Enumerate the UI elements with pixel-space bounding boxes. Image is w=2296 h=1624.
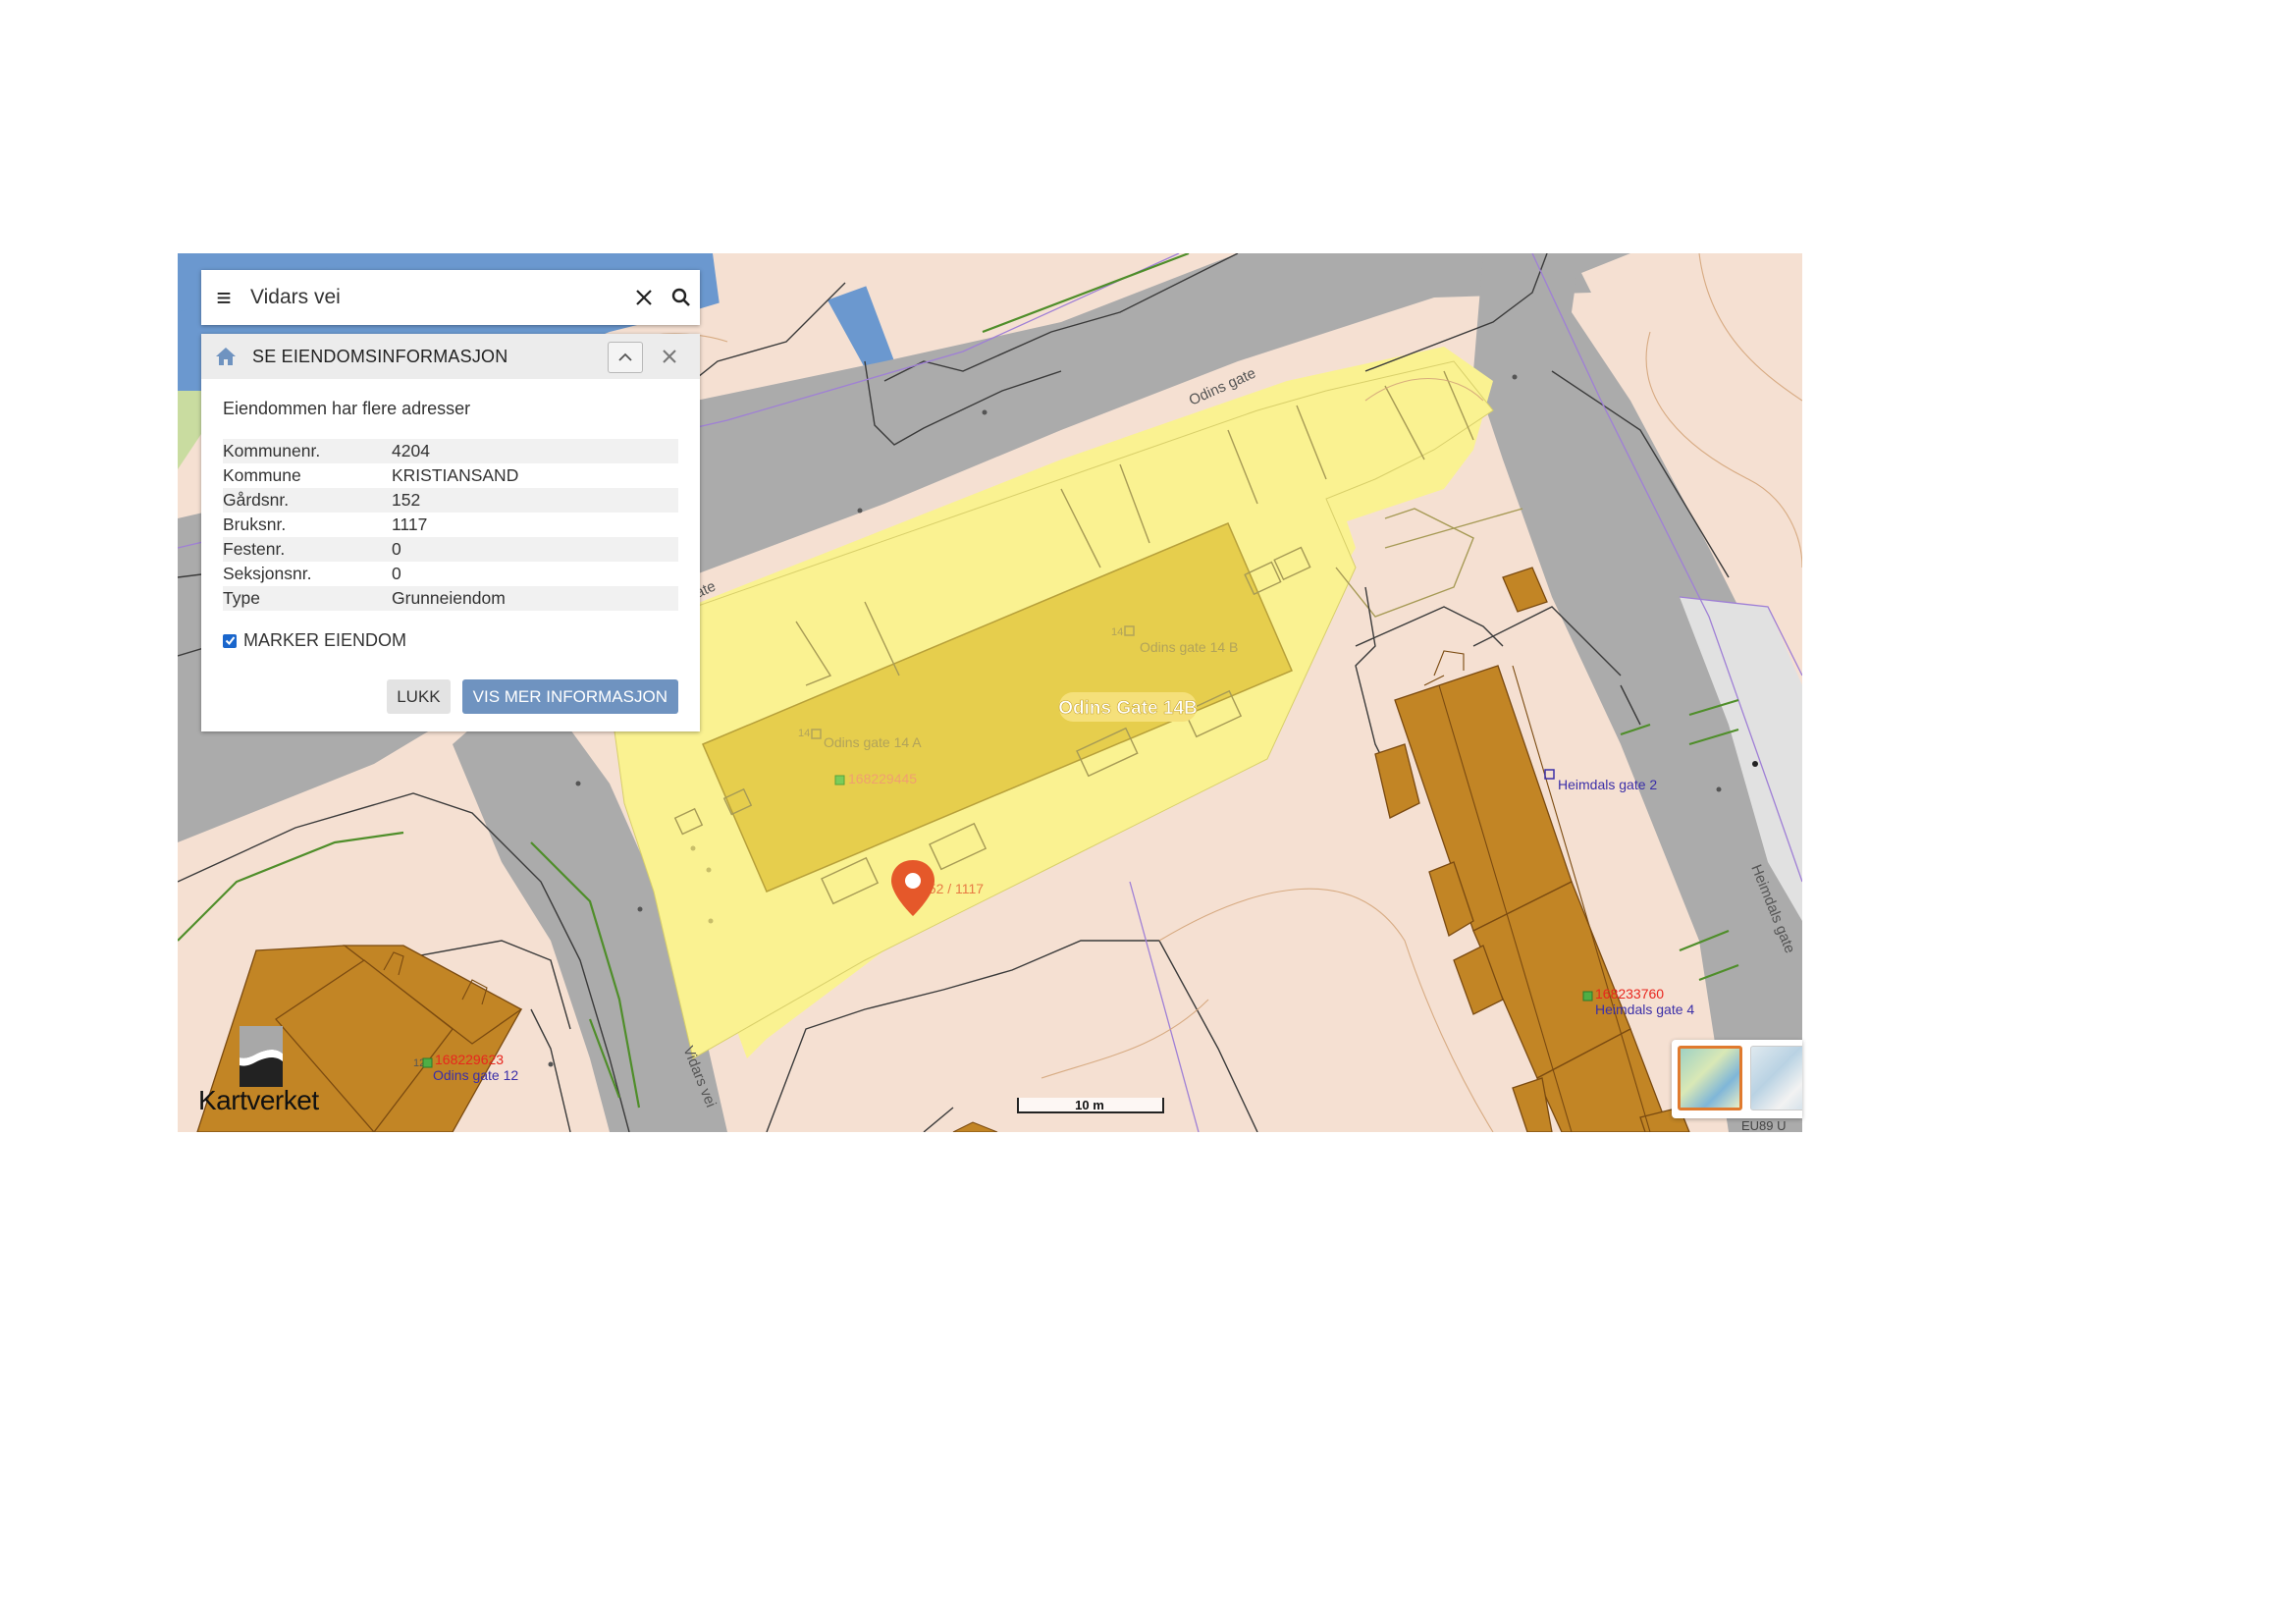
info-row: Type Grunneiendom: [223, 586, 678, 611]
building-id-label: 168233760: [1595, 986, 1664, 1001]
info-value: 4204: [392, 439, 678, 463]
property-info-table: Kommunenr. 4204 Kommune KRISTIANSAND Gårdsnr…: [223, 439, 678, 611]
kartverket-logo: Kartverket: [198, 1026, 336, 1124]
property-info-panel: SE EIENDOMSINFORMASJON Eiendommen har fl…: [201, 334, 700, 731]
address-label-heimdals-2: Heimdals gate 2: [1558, 777, 1657, 792]
chevron-up-icon: [618, 352, 632, 361]
info-label: Seksjonsnr.: [223, 564, 312, 583]
address-label-odins-14a: Odins gate 14 A: [824, 734, 922, 750]
projection-label: EU89 U: [1741, 1118, 1787, 1133]
brand-name: Kartverket: [198, 1085, 319, 1115]
info-value: 1117: [392, 514, 428, 534]
panel-header: SE EIENDOMSINFORMASJON: [201, 334, 700, 379]
info-value: 152: [392, 488, 678, 513]
address-label-odins-12: Odins gate 12: [433, 1067, 518, 1083]
address-label-odins-14b: Odins gate 14 B: [1140, 639, 1238, 655]
house-number-14a: 14: [798, 728, 810, 739]
kartverket-logo-mark: [240, 1026, 283, 1087]
basemap-switcher: [1672, 1040, 1802, 1118]
info-row: Gårdsnr. 152: [223, 488, 678, 513]
close-icon: [663, 350, 676, 363]
search-input[interactable]: Vidars vei: [246, 286, 625, 309]
info-label: Kommunenr.: [223, 439, 392, 463]
close-icon: [636, 290, 652, 305]
search-button[interactable]: [663, 270, 700, 325]
checkbox[interactable]: [223, 633, 237, 648]
panel-title: SE EIENDOMSINFORMASJON: [252, 346, 508, 366]
info-label: Festenr.: [223, 537, 392, 562]
building-point-icon: [834, 775, 845, 785]
scale-bar: 10 m: [1017, 1092, 1164, 1113]
building-point-icon: [422, 1057, 433, 1068]
info-row: Bruksnr. 1117: [223, 513, 678, 537]
info-row: Festenr. 0: [223, 537, 678, 562]
house-number-14b: 14: [1111, 626, 1123, 638]
info-value: 0: [392, 537, 678, 562]
info-row: Kommune KRISTIANSAND: [223, 463, 678, 488]
info-value: KRISTIANSAND: [392, 465, 519, 485]
info-label: Gårdsnr.: [223, 488, 392, 513]
search-bar: ≡ Vidars vei: [201, 270, 700, 325]
clear-search-button[interactable]: [625, 270, 663, 325]
building-id-label: 168229623: [435, 1052, 504, 1067]
close-button[interactable]: LUKK: [387, 679, 451, 714]
panel-actions: LUKK VIS MER INFORMASJON: [387, 679, 678, 714]
info-label: Type: [223, 586, 392, 611]
checkbox-label: MARKER EIENDOM: [243, 630, 407, 650]
address-highlight-label: Odins Gate 14B: [1058, 698, 1198, 719]
info-label: Bruksnr.: [223, 514, 287, 534]
scale-label: 10 m: [1075, 1098, 1104, 1112]
search-icon: [671, 288, 690, 306]
mark-property-toggle[interactable]: MARKER EIENDOM: [223, 630, 678, 651]
building-id-label: 168229445: [848, 771, 917, 786]
basemap-thumbnail-grey[interactable]: [1750, 1046, 1802, 1110]
collapse-panel-button[interactable]: [608, 342, 643, 373]
checkmark-icon: [225, 636, 235, 646]
info-value: 0: [392, 564, 401, 583]
panel-intro: Eiendommen har flere adresser: [223, 399, 471, 418]
building-point-icon: [1582, 991, 1593, 1001]
basemap-thumbnail-topo[interactable]: [1678, 1046, 1742, 1110]
info-value: Grunneiendom: [392, 586, 678, 611]
hamburger-menu-icon[interactable]: ≡: [201, 270, 246, 325]
info-row: Kommunenr. 4204: [223, 439, 678, 463]
home-icon: [215, 347, 239, 366]
info-label: Kommune: [223, 465, 301, 485]
info-row: Seksjonsnr. 0: [223, 562, 678, 586]
close-panel-button[interactable]: [655, 342, 684, 371]
more-info-button[interactable]: VIS MER INFORMASJON: [461, 679, 678, 714]
address-label-heimdals-4: Heimdals gate 4: [1595, 1001, 1694, 1017]
